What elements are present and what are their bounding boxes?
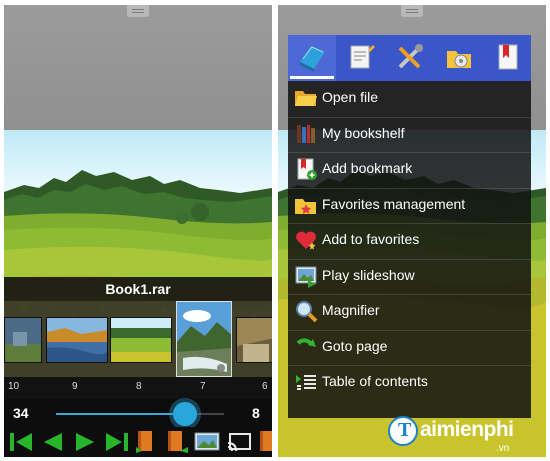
thumbnail-page-numbers: 10 9 8 7 6 bbox=[4, 377, 272, 399]
pull-down-handle[interactable] bbox=[127, 5, 149, 17]
next-page-icon[interactable] bbox=[72, 431, 98, 453]
menu-item-label: Open file bbox=[322, 89, 379, 105]
books-tab-icon[interactable] bbox=[288, 35, 336, 81]
last-page-icon[interactable] bbox=[104, 431, 130, 453]
image-view-icon[interactable] bbox=[194, 431, 220, 453]
pull-down-handle[interactable] bbox=[401, 5, 423, 17]
menu-item-label: Add bookmark bbox=[322, 160, 413, 176]
menu-item-table-of-contents[interactable]: Table of contents bbox=[288, 365, 531, 401]
menu-item-label: Goto page bbox=[322, 338, 388, 354]
goto-arrow-icon bbox=[294, 335, 318, 359]
menu-item-label: Table of contents bbox=[322, 373, 428, 389]
watermark-logo: T bbox=[388, 416, 418, 446]
cast-icon[interactable] bbox=[226, 431, 252, 453]
book-title: Book1.rar bbox=[4, 277, 272, 301]
menu-item-open-file[interactable]: Open file bbox=[288, 81, 531, 117]
page-number-label: 8 bbox=[136, 381, 142, 392]
first-page-icon[interactable] bbox=[8, 431, 34, 453]
menu-item-label: Favorites management bbox=[322, 196, 466, 212]
watermark-domain: .vn bbox=[496, 443, 510, 454]
menu-item-add-bookmark[interactable]: Add bookmark bbox=[288, 152, 531, 188]
menu-item-add-to-favorites[interactable]: Add to favorites bbox=[288, 223, 531, 259]
top-blank-area bbox=[4, 5, 272, 130]
watermark: T aimienphi .vn bbox=[388, 414, 538, 458]
thumbnail-strip[interactable] bbox=[4, 301, 272, 377]
folder-open-icon bbox=[294, 86, 318, 110]
menu-item-play-slideshow[interactable]: Play slideshow bbox=[288, 259, 531, 295]
main-menu: Open file My bookshelf Add bookmark Favo… bbox=[288, 35, 531, 418]
menu-item-label: Add to favorites bbox=[322, 231, 420, 247]
menu-item-magnifier[interactable]: Magnifier bbox=[288, 294, 531, 330]
heart-add-icon bbox=[294, 228, 318, 252]
next-book-icon[interactable] bbox=[164, 431, 190, 453]
menu-item-label: Magnifier bbox=[322, 302, 380, 318]
page-slider-fill bbox=[56, 413, 186, 415]
thumbnail-page-8[interactable] bbox=[110, 317, 172, 363]
menu-item-goto-page[interactable]: Goto page bbox=[288, 330, 531, 366]
page-number-label: 10 bbox=[8, 381, 20, 392]
reader-controls bbox=[4, 427, 272, 457]
page-number-label: 6 bbox=[262, 381, 268, 392]
menu-item-my-bookshelf[interactable]: My bookshelf bbox=[288, 117, 531, 153]
bookshelf-icon bbox=[294, 122, 318, 146]
menu-item-label: My bookshelf bbox=[322, 125, 405, 141]
page-slider-track[interactable] bbox=[56, 413, 224, 415]
add-bookmark-icon bbox=[294, 157, 318, 181]
page-number-label: 7 bbox=[200, 381, 206, 392]
toc-icon bbox=[294, 370, 318, 394]
page-slider-row: 34 8 bbox=[4, 399, 272, 427]
current-page-number: 34 bbox=[13, 405, 29, 421]
reader-screen: Book1.rar 10 9 8 7 6 34 8 bbox=[4, 5, 272, 457]
previous-page-icon[interactable] bbox=[40, 431, 66, 453]
tools-tab-icon[interactable] bbox=[386, 35, 434, 81]
menu-item-favorites-management[interactable]: Favorites management bbox=[288, 188, 531, 224]
menu-screen: Open file My bookshelf Add bookmark Favo… bbox=[278, 5, 546, 457]
watermark-text: aimienphi bbox=[420, 418, 514, 441]
thumbnail-page-10[interactable] bbox=[4, 317, 42, 363]
menu-tab-bar bbox=[288, 35, 531, 81]
max-page-number: 8 bbox=[252, 405, 260, 421]
book-icon[interactable] bbox=[256, 431, 272, 453]
menu-item-label: Play slideshow bbox=[322, 267, 415, 283]
slideshow-icon bbox=[294, 264, 318, 288]
thumbnail-page-7-current[interactable] bbox=[176, 301, 232, 377]
folder-settings-tab-icon[interactable] bbox=[435, 35, 483, 81]
favorites-folder-icon bbox=[294, 193, 318, 217]
previous-book-icon[interactable] bbox=[132, 431, 158, 453]
thumbnail-page-9[interactable] bbox=[46, 317, 108, 363]
notes-tab-icon[interactable] bbox=[337, 35, 385, 81]
bookmark-tab-icon[interactable] bbox=[484, 35, 532, 81]
page-number-label: 9 bbox=[72, 381, 78, 392]
thumbnail-page-6[interactable] bbox=[236, 317, 272, 363]
magnifier-icon bbox=[294, 299, 318, 323]
page-slider-knob[interactable] bbox=[173, 402, 198, 426]
